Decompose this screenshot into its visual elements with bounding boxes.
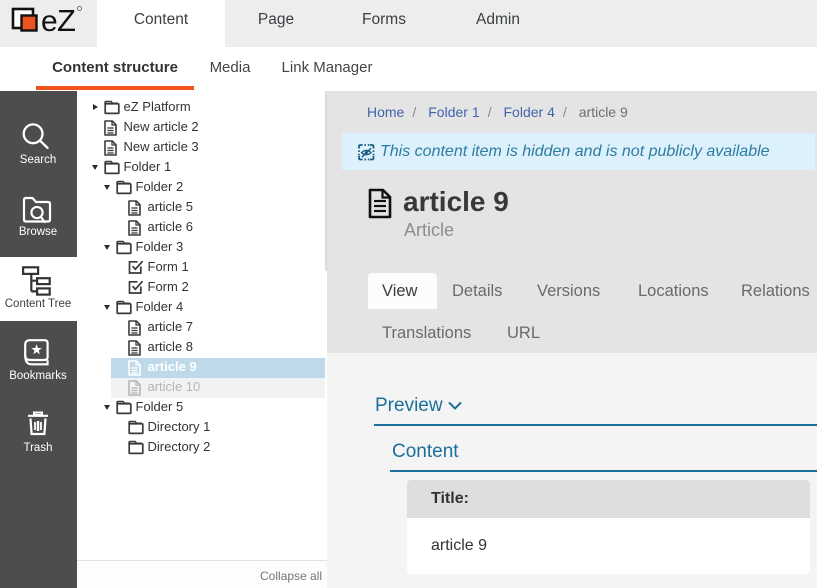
- svg-text:Z: Z: [57, 3, 76, 38]
- svg-text:e: e: [41, 5, 58, 38]
